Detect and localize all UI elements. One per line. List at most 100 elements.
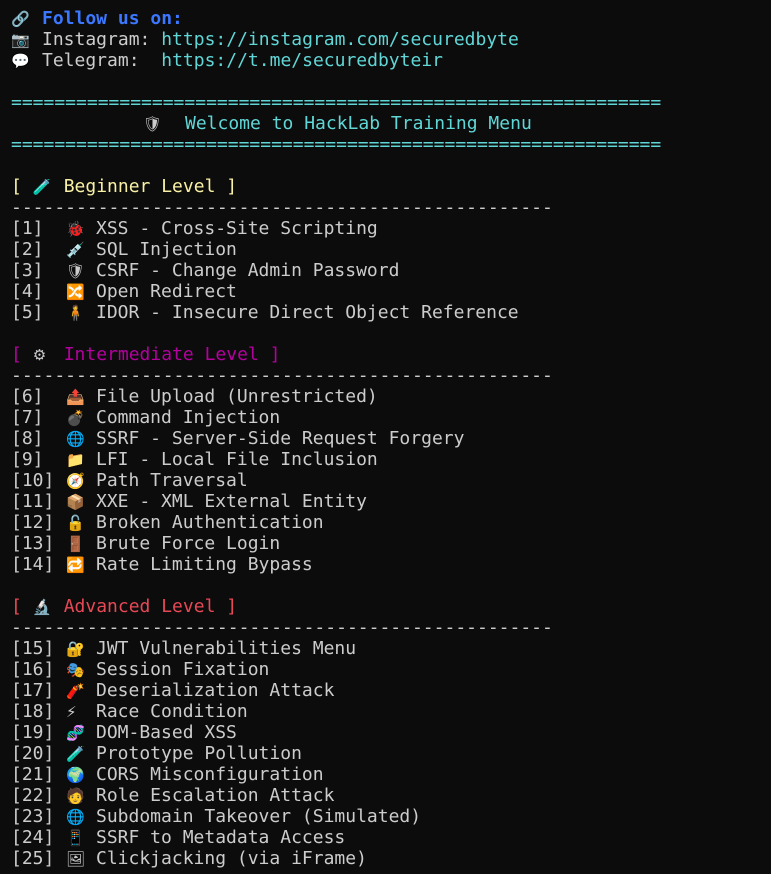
menu-item-number: [2] — [11, 239, 44, 260]
menu-item: [16] 🎭 Session Fixation — [11, 659, 771, 680]
syringe-icon: 💉 — [66, 241, 85, 259]
menu-item-label: Broken Authentication — [96, 512, 324, 533]
menu-item-number: [6] — [11, 386, 44, 407]
menu-item-label: Session Fixation — [96, 659, 270, 680]
unlock-icon: 🔓 — [66, 514, 85, 532]
menu-item: [13] 🚪 Brute Force Login — [11, 533, 771, 554]
advanced-level-heading: [ 🔬 Advanced Level ] — [11, 596, 238, 617]
phone-icon: 📱 — [66, 829, 85, 847]
intermediate-level-heading: [ ⚙ Intermediate Level ] — [11, 344, 281, 365]
instagram-link[interactable]: https://instagram.com/securedbyte — [161, 29, 519, 50]
beginner-level-label: Beginner Level — [63, 176, 216, 197]
advanced-separator: ----------------------------------------… — [11, 617, 553, 638]
menu-item: [12] 🔓 Broken Authentication — [11, 512, 771, 533]
banner-title-line: 🛡 Welcome to HackLab Training Menu — [11, 113, 771, 134]
menu-item-label: Open Redirect — [96, 281, 237, 302]
menu-item-label: LFI - Local File Inclusion — [96, 449, 378, 470]
menu-item-number: [25] — [11, 848, 55, 869]
menu-item-number: [16] — [11, 659, 55, 680]
menu-item-number: [1] — [11, 218, 44, 239]
menu-item-label: Race Condition — [96, 701, 248, 722]
instagram-label: Instagram: — [42, 29, 151, 50]
menu-item-label: Subdomain Takeover (Simulated) — [96, 806, 422, 827]
menu-item-number: [4] — [11, 281, 44, 302]
telegram-link[interactable]: https://t.me/securedbyteir — [161, 50, 443, 71]
instagram-line: 📷 Instagram: https://instagram.com/secure… — [11, 29, 771, 50]
terminal-window: 🔗 Follow us on: 📷 Instagram: https://insta… — [0, 0, 771, 874]
menu-item: [6] 📤 File Upload (Unrestricted) — [11, 386, 771, 407]
menu-item-label: Prototype Pollution — [96, 743, 302, 764]
beginner-items-list: [1] 🐞 XSS - Cross-Site Scripting [2] 💉 SQL In… — [11, 218, 771, 323]
earth-icon: 🌍 — [66, 766, 85, 784]
menu-item-label: DOM-Based XSS — [96, 722, 237, 743]
menu-item-number: [13] — [11, 533, 55, 554]
door-icon: 🚪 — [66, 535, 85, 553]
banner-rule-bottom: ========================================… — [11, 134, 662, 155]
menu-item: [19] 🧬 DOM-Based XSS — [11, 722, 771, 743]
menu-item-number: [22] — [11, 785, 55, 806]
menu-item: [10] 🧭 Path Traversal — [11, 470, 771, 491]
camera-icon: 📷 — [11, 31, 30, 49]
menu-item: [15] 🔐 JWT Vulnerabilities Menu — [11, 638, 771, 659]
menu-item-number: [20] — [11, 743, 55, 764]
globe-icon: 🌐 — [66, 808, 85, 826]
menu-item-label: Brute Force Login — [96, 533, 281, 554]
menu-item-label: Rate Limiting Bypass — [96, 554, 313, 575]
intermediate-items-list: [6] 📤 File Upload (Unrestricted) [7] 💣 Comman… — [11, 386, 771, 575]
menu-item-number: [12] — [11, 512, 55, 533]
menu-item: [7] 💣 Command Injection — [11, 407, 771, 428]
menu-item: [14] 🔁 Rate Limiting Bypass — [11, 554, 771, 575]
menu-item: [20] 🧪 Prototype Pollution — [11, 743, 771, 764]
intermediate-separator: ----------------------------------------… — [11, 365, 553, 386]
menu-item-label: Clickjacking (via iFrame) — [96, 848, 367, 869]
menu-item-label: XSS - Cross-Site Scripting — [96, 218, 378, 239]
menu-item-label: Deserialization Attack — [96, 680, 335, 701]
menu-item-label: CSRF - Change Admin Password — [96, 260, 400, 281]
menu-item-number: [8] — [11, 428, 44, 449]
menu-item: [24] 📱 SSRF to Metadata Access — [11, 827, 771, 848]
ladybug-icon: 🐞 — [66, 220, 85, 238]
menu-item-number: [19] — [11, 722, 55, 743]
banner-title: Welcome to HackLab Training Menu — [185, 113, 532, 134]
menu-item-label: Role Escalation Attack — [96, 785, 335, 806]
firecracker-icon: 🧨 — [66, 682, 85, 700]
shield-icon: 🛡 — [66, 262, 86, 280]
menu-item-label: SSRF to Metadata Access — [96, 827, 346, 848]
shield-icon: 🛡 — [143, 115, 163, 133]
advanced-level-label: Advanced Level — [63, 596, 216, 617]
menu-item: [18] ⚡ Race Condition — [11, 701, 771, 722]
bomb-icon: 💣 — [66, 409, 85, 427]
link-icon: 🔗 — [11, 10, 30, 28]
beginner-separator: ----------------------------------------… — [11, 197, 553, 218]
menu-item: [9] 📁 LFI - Local File Inclusion — [11, 449, 771, 470]
folder-icon: 📁 — [66, 451, 85, 469]
menu-item-label: File Upload (Unrestricted) — [96, 386, 378, 407]
menu-item-label: SQL Injection — [96, 239, 237, 260]
menu-item: [5] 🧍 IDOR - Insecure Direct Object Refere… — [11, 302, 771, 323]
menu-item-label: SSRF - Server-Side Request Forgery — [96, 428, 465, 449]
person-icon: 🧑 — [66, 787, 85, 805]
menu-item-number: [23] — [11, 806, 55, 827]
person-icon: 🧍 — [66, 304, 85, 322]
menu-item-number: [9] — [11, 449, 44, 470]
shuffle-icon: 🔀 — [66, 283, 85, 301]
picture-icon: 🖼 — [66, 850, 86, 868]
menu-item-number: [3] — [11, 260, 44, 281]
intermediate-level-label: Intermediate Level — [63, 344, 259, 365]
menu-item-label: IDOR - Insecure Direct Object Reference — [96, 302, 519, 323]
menu-item: [1] 🐞 XSS - Cross-Site Scripting — [11, 218, 771, 239]
masks-icon: 🎭 — [66, 661, 85, 679]
gear-icon: ⚙ — [32, 346, 47, 364]
menu-item: [11] 📦 XXE - XML External Entity — [11, 491, 771, 512]
menu-item: [17] 🧨 Deserialization Attack — [11, 680, 771, 701]
menu-item-number: [21] — [11, 764, 55, 785]
advanced-items-list: [15] 🔐 JWT Vulnerabilities Menu [16] 🎭 Sessio… — [11, 638, 771, 869]
banner-rule-top: ========================================… — [11, 92, 662, 113]
menu-item: [23] 🌐 Subdomain Takeover (Simulated) — [11, 806, 771, 827]
globe-icon: 🌐 — [66, 430, 85, 448]
beginner-level-heading: [ 🧪 Beginner Level ] — [11, 176, 238, 197]
